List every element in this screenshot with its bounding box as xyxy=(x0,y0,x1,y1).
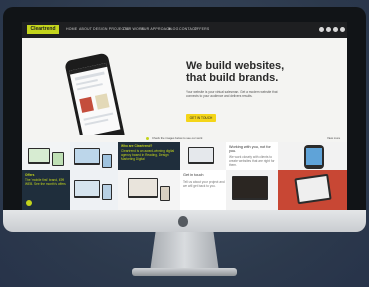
twitter-icon[interactable] xyxy=(326,27,331,32)
nav-item-home[interactable]: HOME xyxy=(66,27,77,31)
view-more-link[interactable]: View more xyxy=(327,136,340,140)
info-icon xyxy=(146,137,149,140)
hero-section: We build websites, that build brands. Yo… xyxy=(22,38,347,150)
tile-offers[interactable]: Offers The 'mobile first' brand, £99 WEB… xyxy=(22,170,70,210)
site-logo[interactable]: Cleartrend xyxy=(27,25,59,34)
get-in-touch-button[interactable]: GET IN TOUCH xyxy=(186,114,216,122)
linkedin-icon[interactable] xyxy=(333,27,338,32)
nav-item-offers[interactable]: OFFERS xyxy=(194,27,209,31)
nav-item-about[interactable]: ABOUT xyxy=(79,27,92,31)
info-strip-text: Check the images below to see our work xyxy=(152,136,203,140)
monitor-stand xyxy=(150,232,219,272)
apple-logo-icon xyxy=(178,216,188,227)
phone-screen xyxy=(69,62,121,138)
tile-stacked-devices[interactable] xyxy=(118,170,180,210)
tile-watch[interactable] xyxy=(278,142,347,172)
monitor-base xyxy=(132,268,237,276)
offers-badge-icon xyxy=(26,200,32,206)
nav-item-blog[interactable]: BLOG xyxy=(168,27,179,31)
tile-working-with-you[interactable]: Working with you, not for you. We work c… xyxy=(226,142,278,172)
tile-devices-green[interactable] xyxy=(22,142,70,172)
google-plus-icon[interactable] xyxy=(340,27,345,32)
tile-who-are-cleartrend[interactable]: Who are Cleartrend? Cleartrend is an awa… xyxy=(118,142,180,172)
tile-imac-devices[interactable] xyxy=(180,142,226,172)
tile-imac-dark[interactable] xyxy=(226,170,278,210)
hero-headline: We build websites, that build brands. xyxy=(186,60,285,84)
top-navigation: Cleartrend HOME ABOUT DESIGN PROJECTS OU… xyxy=(22,22,347,38)
tile-get-in-touch[interactable]: Get in touch Tell us about your project … xyxy=(180,170,226,210)
tile-tablet-red[interactable] xyxy=(278,170,347,210)
facebook-icon[interactable] xyxy=(319,27,324,32)
website-screen: Cleartrend HOME ABOUT DESIGN PROJECTS OU… xyxy=(22,22,347,210)
hero-subtext: Your website is your virtual salesman. G… xyxy=(186,90,278,99)
tile-laptop-blue[interactable] xyxy=(70,142,118,172)
tile-laptop-phone[interactable] xyxy=(70,170,118,210)
